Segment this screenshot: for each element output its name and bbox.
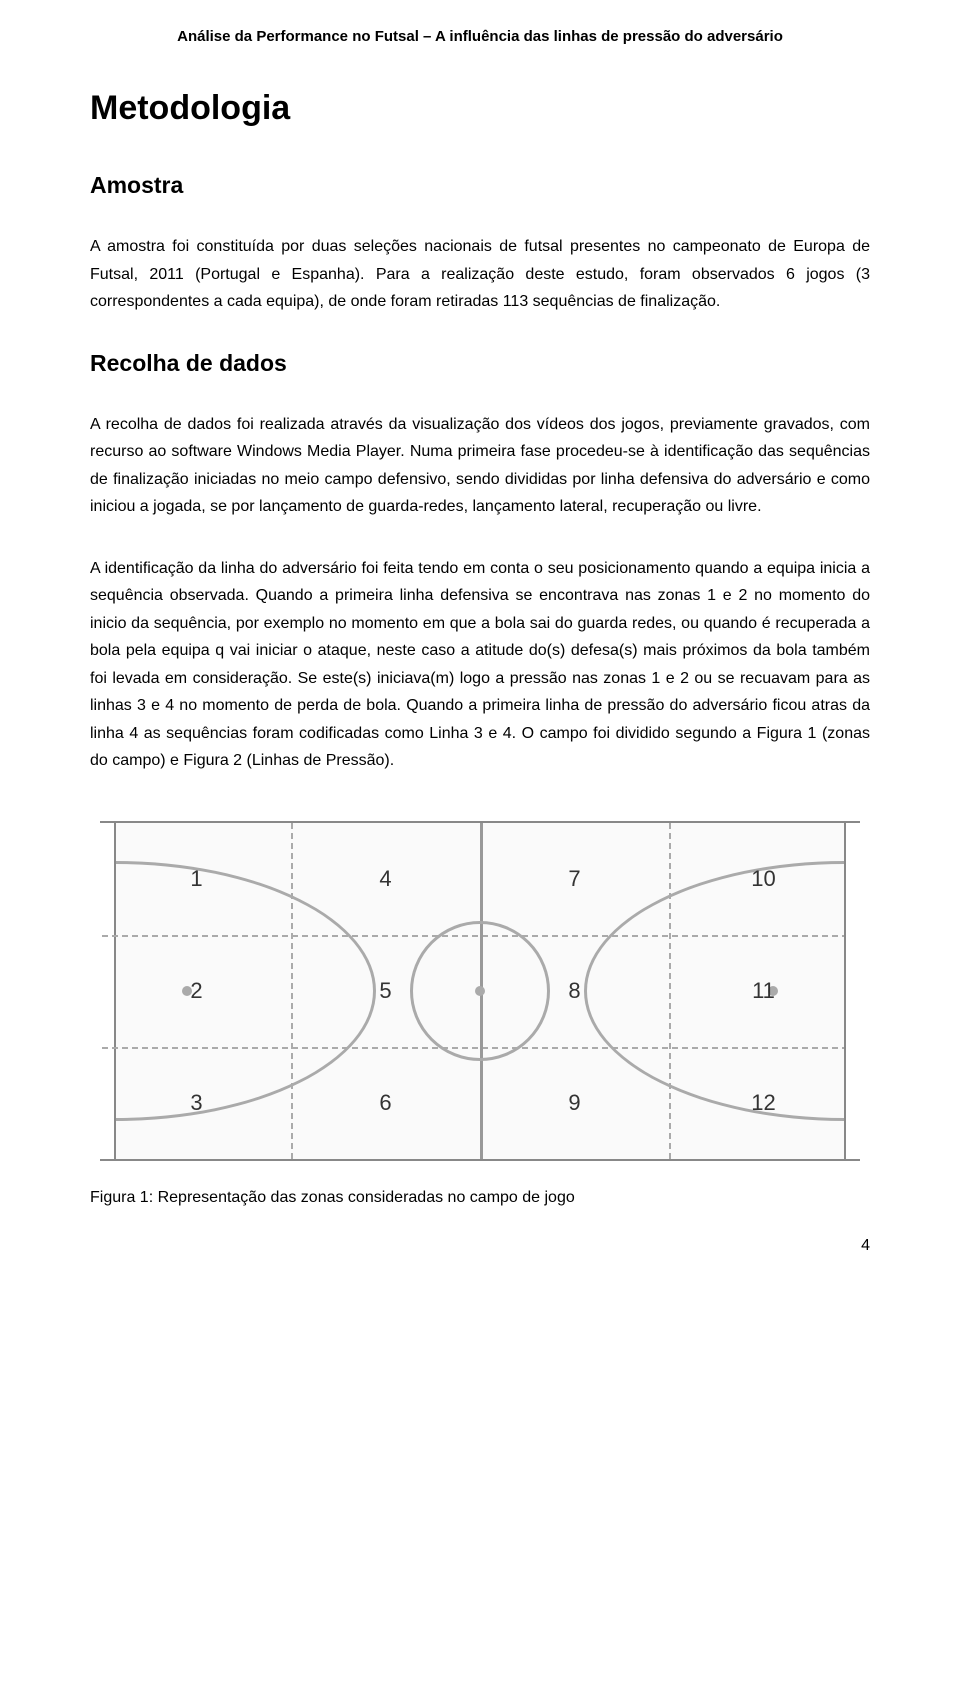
section-heading-recolha: Recolha de dados xyxy=(90,350,870,377)
recolha-para-1: A recolha de dados foi realizada através… xyxy=(90,411,870,521)
zone-label-1: 1 xyxy=(190,866,202,892)
zone-label-10: 10 xyxy=(751,866,775,892)
recolha-para-2: A identificação da linha do adversário f… xyxy=(90,555,870,775)
center-circle xyxy=(410,921,550,1061)
zone-label-7: 7 xyxy=(568,866,580,892)
zone-label-9: 9 xyxy=(568,1090,580,1116)
zone-label-4: 4 xyxy=(379,866,391,892)
penalty-area-left xyxy=(116,861,376,1121)
zone-label-5: 5 xyxy=(379,978,391,1004)
zone-label-8: 8 xyxy=(568,978,580,1004)
zone-label-3: 3 xyxy=(190,1090,202,1116)
futsal-court-figure: 1 4 7 10 2 5 8 11 3 6 9 12 xyxy=(100,821,860,1161)
zone-label-2: 2 xyxy=(190,978,202,1004)
zone-label-11: 11 xyxy=(752,978,775,1004)
zone-label-12: 12 xyxy=(751,1090,775,1116)
figure-1-wrap: 1 4 7 10 2 5 8 11 3 6 9 12 xyxy=(90,821,870,1161)
zone-label-6: 6 xyxy=(379,1090,391,1116)
amostra-body: A amostra foi constituída por duas seleç… xyxy=(90,233,870,316)
figure-1-caption: Figura 1: Representação das zonas consid… xyxy=(90,1189,870,1207)
penalty-area-right xyxy=(584,861,844,1121)
section-heading-amostra: Amostra xyxy=(90,172,870,199)
page-number: 4 xyxy=(90,1237,870,1255)
running-header: Análise da Performance no Futsal – A inf… xyxy=(90,28,870,45)
page-title: Metodologia xyxy=(90,89,870,128)
